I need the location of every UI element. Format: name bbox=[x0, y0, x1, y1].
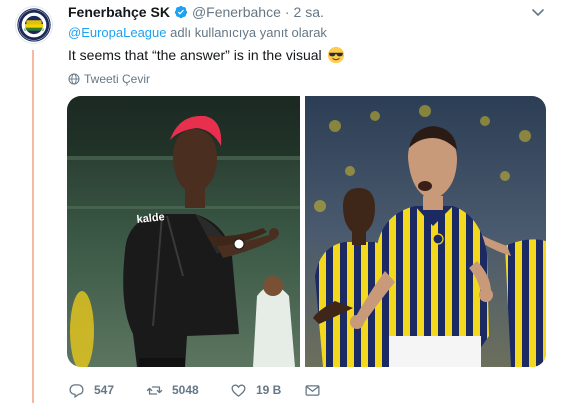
chevron-down-icon[interactable] bbox=[531, 6, 545, 18]
retweet-count: 5048 bbox=[172, 383, 199, 397]
photo-player-dark-kit[interactable]: kalde bbox=[67, 96, 300, 367]
reply-count: 547 bbox=[94, 383, 115, 397]
media-grid: kalde bbox=[67, 96, 546, 367]
direct-message-button[interactable] bbox=[304, 382, 321, 399]
reply-icon bbox=[69, 383, 84, 398]
club-crest-icon bbox=[17, 8, 51, 42]
display-name[interactable]: Fenerbahçe SK bbox=[68, 4, 170, 20]
reply-context: @EuropaLeague adlı kullanıcıya yanıt ola… bbox=[68, 25, 327, 40]
tweet-body: It seems that “the answer” is in the vis… bbox=[68, 47, 322, 63]
thread-line bbox=[32, 50, 34, 403]
player-gesture-image: kalde bbox=[67, 96, 300, 367]
avatar[interactable] bbox=[15, 6, 53, 44]
tweet-text: It seems that “the answer” is in the vis… bbox=[68, 46, 345, 64]
reply-button[interactable]: 547 bbox=[68, 382, 146, 399]
tweet-header: Fenerbahçe SK @Fenerbahce · 2 sa. bbox=[68, 3, 324, 21]
photo-players-celebration[interactable] bbox=[305, 96, 546, 367]
heart-icon bbox=[231, 384, 246, 397]
retweet-icon bbox=[146, 385, 163, 395]
sunglasses-emoji-icon bbox=[327, 46, 345, 64]
players-celebration-image bbox=[305, 96, 546, 367]
like-button[interactable]: 19 B bbox=[230, 382, 304, 399]
reply-mention-link[interactable]: @EuropaLeague bbox=[68, 25, 167, 40]
reply-suffix: adlı kullanıcıya yanıt olarak bbox=[170, 25, 327, 40]
verified-badge-icon bbox=[174, 5, 188, 19]
like-count: 19 B bbox=[256, 383, 282, 397]
separator-dot: · bbox=[284, 4, 290, 20]
tweet-actions: 547 5048 19 B bbox=[68, 380, 321, 400]
timestamp[interactable]: 2 sa. bbox=[294, 4, 324, 20]
retweet-button[interactable]: 5048 bbox=[146, 382, 230, 399]
user-handle[interactable]: @Fenerbahce bbox=[192, 4, 281, 20]
globe-icon bbox=[68, 73, 80, 85]
translate-label: Tweeti Çevir bbox=[84, 72, 151, 86]
translate-tweet-link[interactable]: Tweeti Çevir bbox=[68, 72, 150, 86]
envelope-icon bbox=[305, 384, 320, 396]
